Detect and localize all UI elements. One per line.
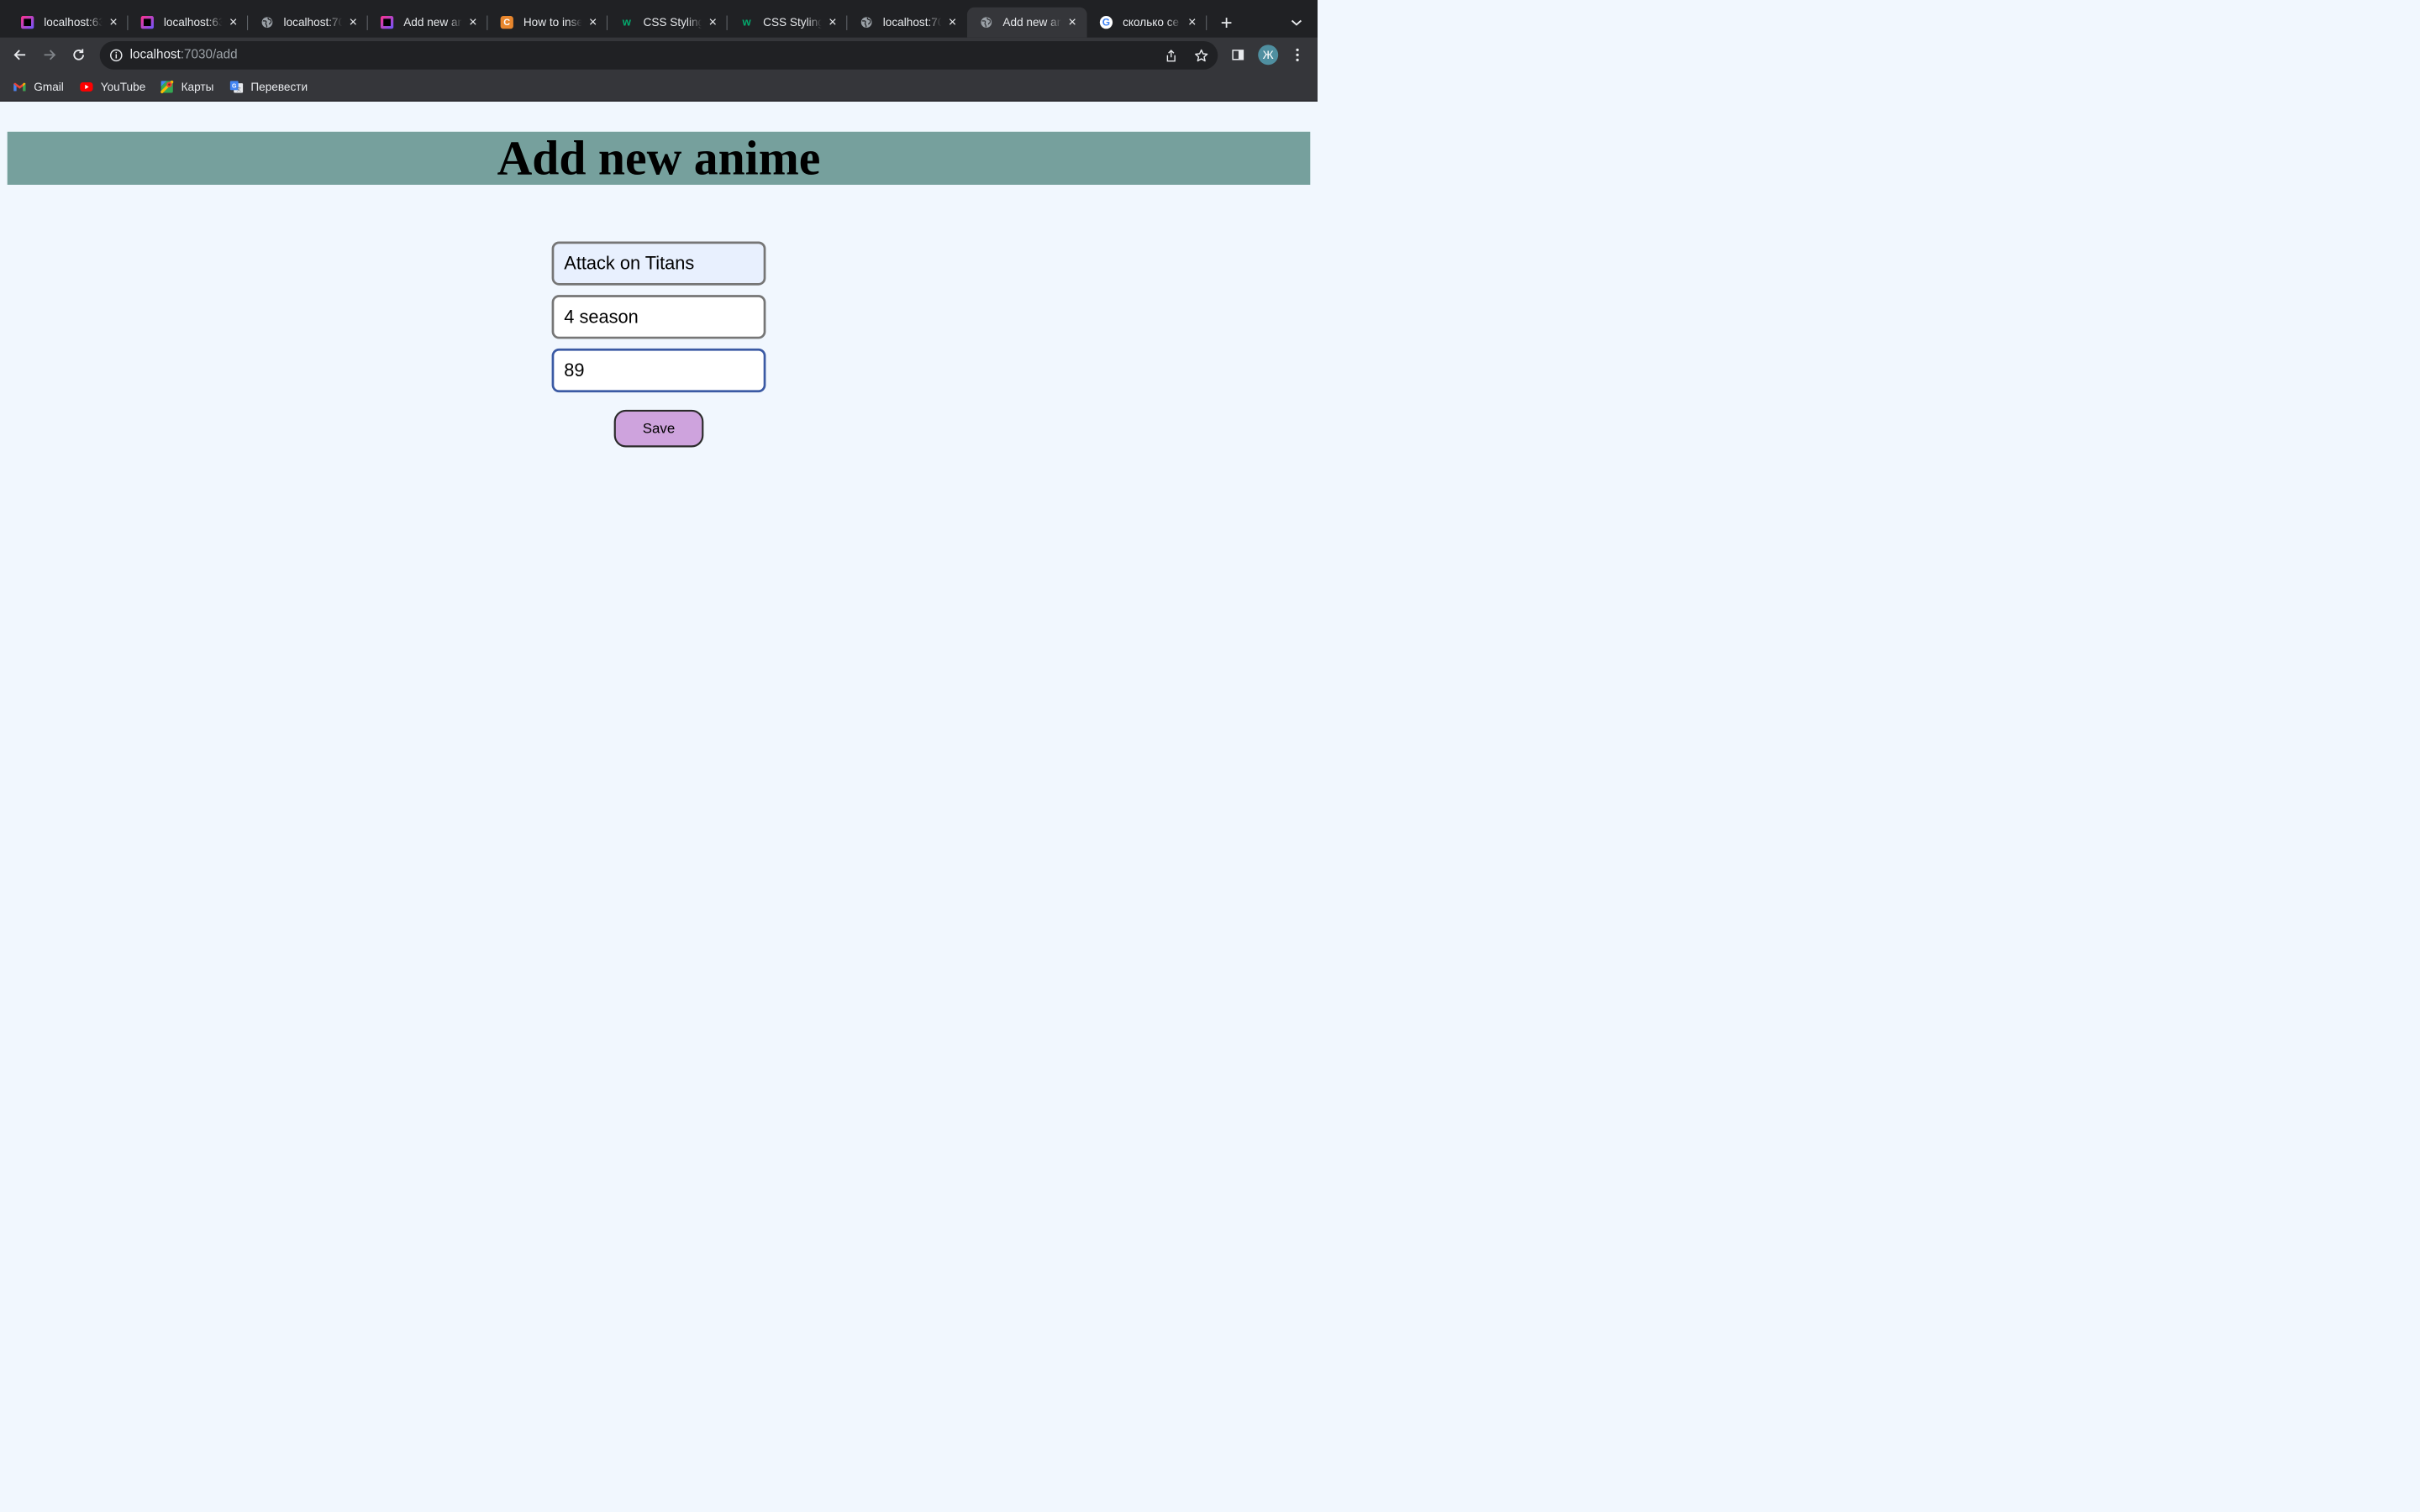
tab-title: Add new anime	[1002, 15, 1061, 29]
save-button[interactable]: Save	[613, 409, 704, 448]
tab-7[interactable]: w CSS Styling ×	[728, 8, 848, 38]
tab-6[interactable]: w CSS Styling ×	[608, 8, 728, 38]
url-path: :7030/add	[180, 47, 238, 61]
tab-strip: localhost:63 × localhost:63 × localhost:…	[0, 0, 1318, 38]
bookmark-gmail[interactable]: Gmail	[13, 78, 64, 97]
globe-icon	[860, 16, 873, 29]
bookmark-star-button[interactable]	[1192, 47, 1211, 66]
close-icon[interactable]: ×	[1066, 14, 1079, 29]
intellij-icon	[21, 16, 34, 29]
arrow-left-icon	[13, 50, 26, 60]
tab-title: CSS Styling	[763, 15, 822, 29]
url-text[interactable]: localhost:7030/add	[130, 47, 238, 61]
intellij-icon	[380, 16, 394, 29]
bookmark-label: Gmail	[34, 80, 64, 93]
reload-button[interactable]	[66, 42, 91, 67]
tab-title: сколько се	[1123, 15, 1180, 29]
close-icon[interactable]: ×	[466, 14, 479, 29]
globe-icon	[980, 16, 992, 29]
bookmark-translate[interactable]: G文 Перевести	[229, 78, 308, 97]
page-header-banner: Add new anime	[7, 131, 1311, 185]
page-title: Add new anime	[497, 131, 821, 185]
tab-1[interactable]: localhost:63 ×	[8, 8, 129, 38]
globe-icon	[260, 16, 273, 29]
close-icon[interactable]: ×	[107, 14, 119, 29]
side-panel-icon	[1232, 50, 1244, 60]
tab-title: localhost:70	[882, 15, 942, 29]
close-icon[interactable]: ×	[347, 14, 360, 29]
close-icon[interactable]: ×	[826, 14, 839, 29]
tab-4[interactable]: Add new anime ×	[368, 8, 488, 38]
share-icon	[1166, 50, 1176, 62]
google-icon: G	[1099, 16, 1113, 29]
w3schools-icon: w	[622, 16, 631, 29]
close-icon[interactable]: ×	[587, 14, 599, 29]
tab-5[interactable]: C How to insert ×	[487, 8, 608, 38]
bookmark-youtube[interactable]: YouTube	[80, 78, 146, 97]
bookmark-label: Перевести	[250, 80, 308, 93]
tab-title: Add new anime	[403, 15, 462, 29]
share-button[interactable]	[1162, 47, 1181, 66]
arrow-right-icon	[44, 50, 56, 60]
bookmark-label: Карты	[181, 80, 214, 93]
close-icon[interactable]: ×	[1186, 14, 1198, 29]
anime-rating-input[interactable]	[551, 348, 766, 393]
close-icon[interactable]: ×	[227, 14, 239, 29]
chevron-down-icon	[1291, 19, 1302, 26]
translate-icon: G文	[229, 81, 244, 93]
close-icon[interactable]: ×	[946, 14, 959, 29]
close-icon[interactable]: ×	[707, 14, 719, 29]
tab-active[interactable]: Add new anime ×	[966, 7, 1087, 38]
bookmarks-bar: Gmail YouTube Карты G文 Перевести	[0, 72, 1318, 102]
bookmark-label: YouTube	[100, 80, 146, 93]
tab-8[interactable]: localhost:70 ×	[847, 8, 967, 38]
back-button[interactable]	[8, 42, 33, 67]
address-bar[interactable]: localhost:7030/add	[99, 40, 1218, 70]
bookmark-maps[interactable]: Карты	[160, 78, 214, 97]
anime-season-input[interactable]	[551, 295, 766, 339]
youtube-icon	[80, 81, 93, 92]
browser-chrome: localhost:63 × localhost:63 × localhost:…	[0, 0, 1318, 102]
tab-10[interactable]: G сколько се ×	[1087, 8, 1207, 38]
tab-title: How to insert	[523, 15, 582, 29]
forward-button[interactable]	[37, 42, 62, 67]
info-icon[interactable]	[109, 48, 124, 62]
svg-text:文: 文	[236, 86, 241, 92]
side-panel-button[interactable]	[1225, 42, 1250, 67]
codegrepper-icon: C	[500, 16, 513, 29]
intellij-icon	[140, 16, 154, 29]
tab-2[interactable]: localhost:63 ×	[128, 8, 249, 38]
tab-divider	[1206, 15, 1207, 30]
browser-menu-button[interactable]	[1285, 42, 1310, 67]
tab-title: localhost:70	[283, 15, 343, 29]
star-icon	[1195, 49, 1208, 62]
tab-3[interactable]: localhost:70 ×	[248, 8, 368, 38]
kebab-menu-icon	[1296, 48, 1299, 61]
reload-icon	[73, 49, 84, 60]
profile-avatar[interactable]: Ж	[1258, 45, 1279, 66]
browser-toolbar: localhost:7030/add Ж	[0, 38, 1318, 72]
tab-search-button[interactable]	[1286, 13, 1307, 33]
gmail-icon	[13, 81, 26, 92]
maps-icon	[160, 80, 174, 94]
url-host: localhost	[129, 47, 181, 61]
w3schools-icon: w	[742, 16, 751, 29]
tab-title: CSS Styling	[643, 15, 702, 29]
tab-title: localhost:63	[44, 15, 103, 29]
tab-title: localhost:63	[163, 15, 223, 29]
anime-title-input[interactable]	[551, 241, 766, 286]
new-tab-button[interactable]: +	[1214, 11, 1238, 34]
